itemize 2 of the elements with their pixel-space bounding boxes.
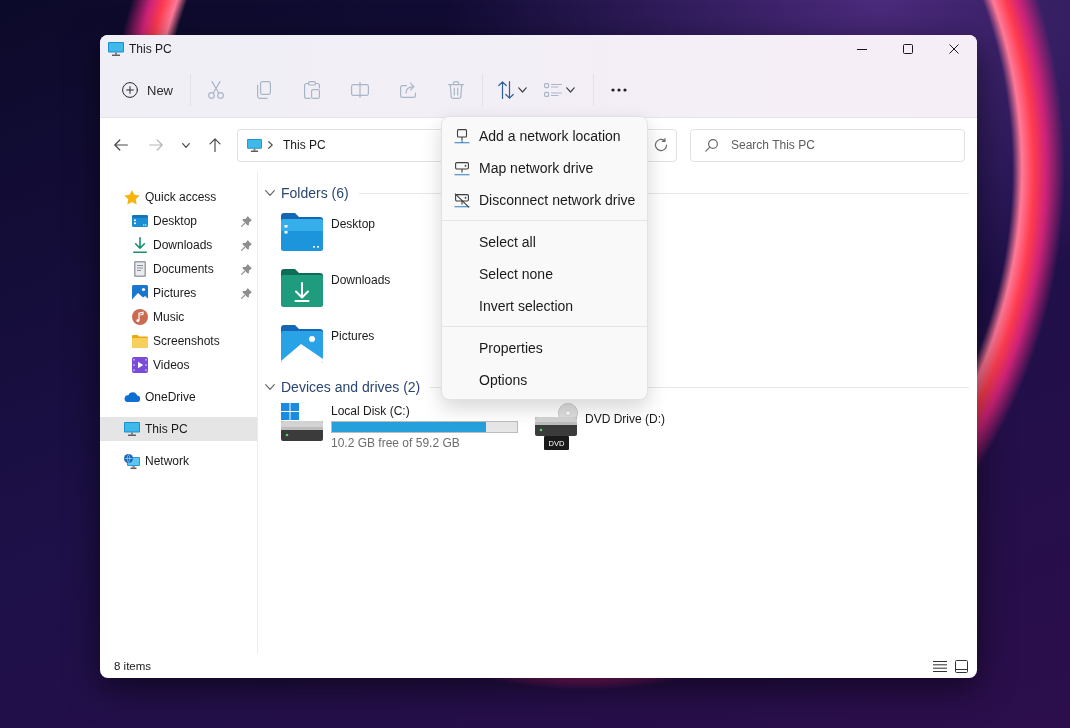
window-title: This PC xyxy=(129,42,172,56)
item-count: 8 items xyxy=(114,660,152,672)
